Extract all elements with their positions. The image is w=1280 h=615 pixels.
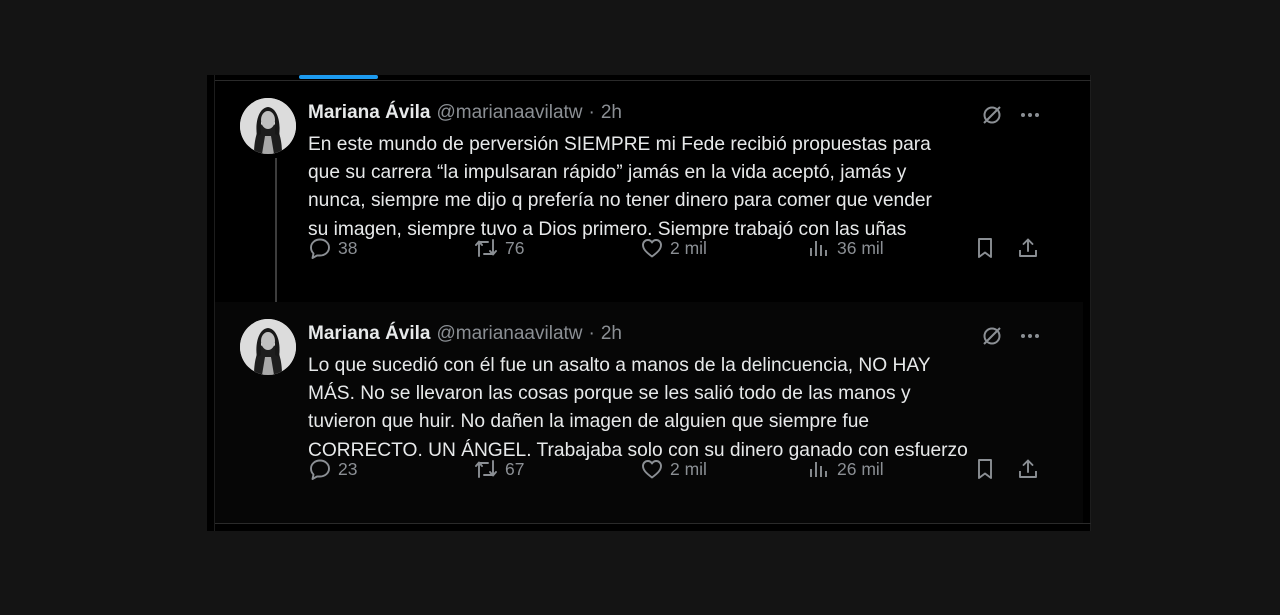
separator-dot: · xyxy=(588,323,595,344)
tweet-text: En este mundo de perversión SIEMPRE mi F… xyxy=(308,131,1048,244)
like-count: 2 mil xyxy=(670,237,707,258)
views-button[interactable]: 36 mil xyxy=(807,236,884,260)
author-handle[interactable]: @marianaavilatw xyxy=(437,323,583,345)
active-tab-indicator xyxy=(299,75,378,79)
tweet-top-actions xyxy=(980,103,1041,127)
timeline-panel: Mariana Ávila @marianaavilatw · 2h En es… xyxy=(207,75,1091,531)
views-bars-icon xyxy=(810,241,827,256)
separator-dot: · xyxy=(588,102,595,123)
like-button[interactable]: 2 mil xyxy=(640,457,707,481)
like-button[interactable]: 2 mil xyxy=(640,236,707,260)
repost-arrows-icon xyxy=(475,239,497,257)
repost-button[interactable]: 67 xyxy=(473,457,524,481)
heart-icon xyxy=(642,460,662,479)
bookmark-icon xyxy=(978,238,992,258)
thread-connector-line xyxy=(275,158,277,322)
reply-count: 23 xyxy=(338,458,358,479)
reply-bubble-icon xyxy=(310,238,330,259)
avatar-image xyxy=(240,98,296,154)
share-upload-icon xyxy=(1019,459,1037,478)
panel-right-border xyxy=(1090,75,1091,531)
tweet-text-line: tuvieron que huir. No dañen la imagen de… xyxy=(308,411,870,433)
author-name[interactable]: Mariana Ávila xyxy=(308,323,431,345)
tweet-text-line: MÁS. No se llevaron las cosas porque se … xyxy=(308,383,911,405)
reply-button[interactable]: 38 xyxy=(308,236,357,260)
tweet-action-bar: 23 67 2 mil 26 mil xyxy=(308,457,1049,483)
avatar[interactable] xyxy=(240,98,296,154)
share-button[interactable] xyxy=(1016,457,1040,481)
share-upload-icon xyxy=(1019,238,1037,257)
tweet-action-bar: 38 76 2 mil 36 mil xyxy=(308,236,1049,262)
avatar[interactable] xyxy=(240,319,296,375)
grok-slash-circle-icon[interactable] xyxy=(980,103,1004,127)
repost-count: 76 xyxy=(505,237,525,258)
tweet[interactable]: Mariana Ávila @marianaavilatw · 2h Lo qu… xyxy=(215,302,1083,523)
avatar-image xyxy=(240,319,296,375)
tweet-header: Mariana Ávila @marianaavilatw · 2h xyxy=(308,321,622,347)
tweet-text-line: que su carrera “la impulsaran rápido” ja… xyxy=(308,162,907,184)
reply-count: 38 xyxy=(338,237,358,258)
grok-slash-circle-icon[interactable] xyxy=(980,324,1004,348)
tweet-text-line: Lo que sucedió con él fue un asalto a ma… xyxy=(308,355,931,376)
tweet-text-line: nunca, siempre me dijo q prefería no ten… xyxy=(308,190,932,212)
timestamp[interactable]: 2h xyxy=(601,323,622,345)
tweet-text: Lo que sucedió con él fue un asalto a ma… xyxy=(308,352,1048,465)
like-count: 2 mil xyxy=(670,458,707,479)
repost-arrows-icon xyxy=(475,460,497,478)
author-name[interactable]: Mariana Ávila xyxy=(308,102,431,124)
tweet-text-line: En este mundo de perversión SIEMPRE mi F… xyxy=(308,134,931,155)
tweet-top-actions xyxy=(980,324,1041,348)
views-button[interactable]: 26 mil xyxy=(807,457,884,481)
heart-icon xyxy=(642,239,662,258)
bookmark-button[interactable] xyxy=(974,457,996,481)
more-dots-icon[interactable] xyxy=(1019,104,1041,126)
tweet[interactable]: Mariana Ávila @marianaavilatw · 2h En es… xyxy=(215,81,1083,322)
reply-button[interactable]: 23 xyxy=(308,457,357,481)
view-count: 26 mil xyxy=(837,458,884,479)
repost-button[interactable]: 76 xyxy=(473,236,524,260)
views-bars-icon xyxy=(810,462,827,477)
view-count: 36 mil xyxy=(837,237,884,258)
tweet-header: Mariana Ávila @marianaavilatw · 2h xyxy=(308,100,622,126)
repost-count: 67 xyxy=(505,458,525,479)
timestamp[interactable]: 2h xyxy=(601,102,622,124)
bookmark-button[interactable] xyxy=(974,236,996,260)
bookmark-icon xyxy=(978,459,992,479)
author-handle[interactable]: @marianaavilatw xyxy=(437,102,583,124)
divider xyxy=(215,523,1091,524)
reply-bubble-icon xyxy=(310,459,330,480)
more-dots-icon[interactable] xyxy=(1019,325,1041,347)
share-button[interactable] xyxy=(1016,236,1040,260)
